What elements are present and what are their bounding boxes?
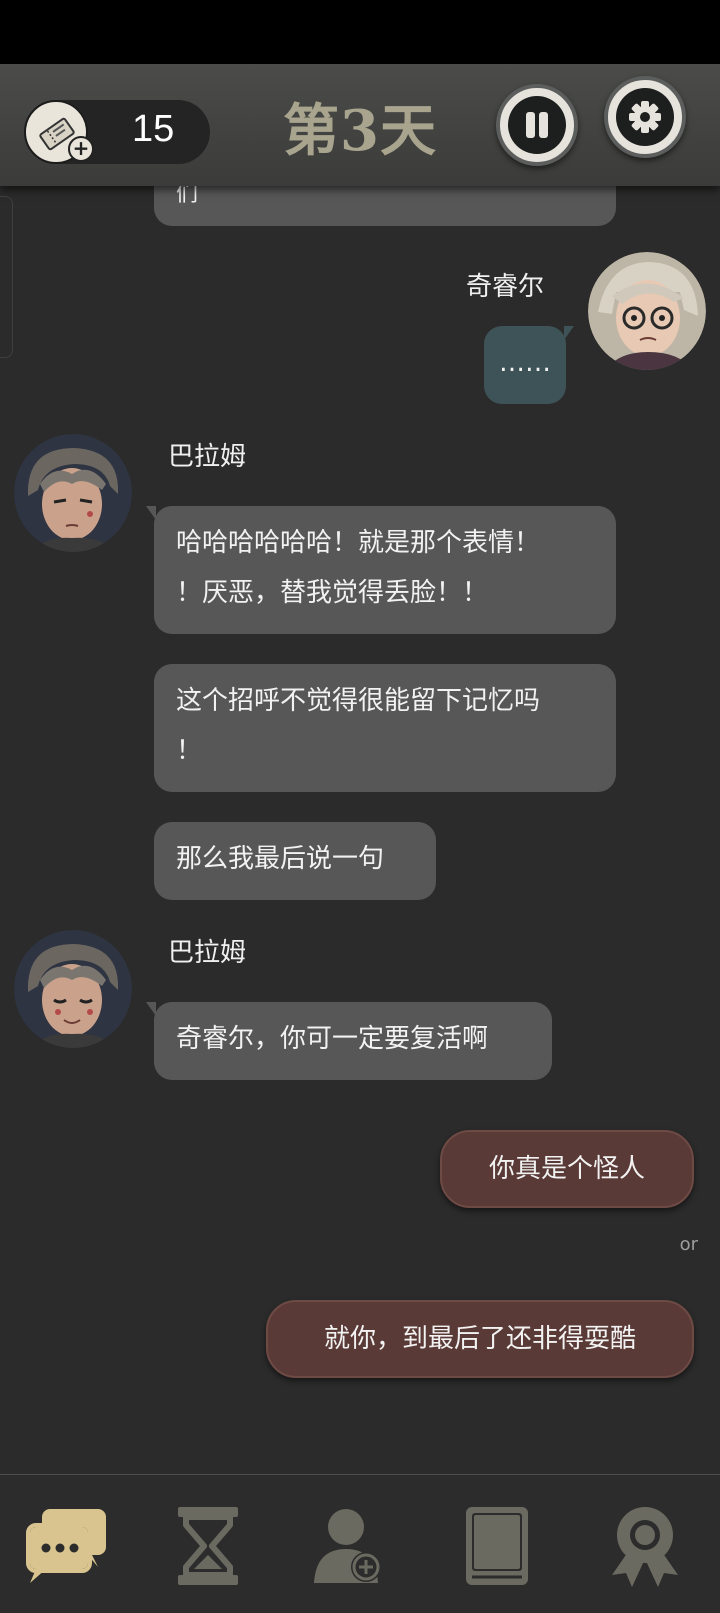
pause-icon	[508, 96, 566, 154]
reply-option-1[interactable]: 你真是个怪人	[440, 1130, 694, 1208]
choice-separator: or	[679, 1234, 698, 1255]
message-text-line: ！	[176, 736, 203, 766]
badge-icon	[612, 1507, 678, 1587]
sender-name: 巴拉姆	[168, 442, 247, 472]
sender-name: 巴拉姆	[168, 938, 247, 968]
nav-achievements[interactable]	[600, 1503, 690, 1589]
top-bar: + 15 第3天	[0, 64, 720, 186]
status-bar	[0, 0, 720, 64]
message-text-line: ！厌恶，替我觉得丢脸！！	[176, 578, 489, 608]
nav-contacts[interactable]	[306, 1503, 396, 1589]
balam-avatar[interactable]	[14, 930, 132, 1048]
nav-chat[interactable]	[22, 1503, 112, 1589]
message-bubble: 这个招呼不觉得很能留下记忆吗 ！	[154, 664, 616, 792]
bottom-nav	[0, 1474, 720, 1613]
add-contact-icon	[314, 1509, 381, 1583]
message-text: ……	[499, 348, 551, 378]
chat-area[interactable]: 们 奇睿尔 …… 巴拉姆 哈哈哈哈哈哈！就是那个表情！ ！厌恶，替我觉得丢脸！！…	[0, 166, 720, 1474]
book-icon	[466, 1507, 528, 1585]
pause-button[interactable]	[496, 84, 578, 166]
message-text-line: 哈哈哈哈哈哈！就是那个表情！	[176, 528, 541, 558]
settings-button[interactable]	[604, 76, 686, 158]
gear-icon	[616, 88, 674, 146]
nav-timeline[interactable]	[164, 1503, 254, 1589]
nav-journal[interactable]	[452, 1503, 542, 1589]
message-bubble: 哈哈哈哈哈哈！就是那个表情！ ！厌恶，替我觉得丢脸！！	[146, 506, 616, 634]
self-message-bubble: ……	[484, 326, 574, 404]
message-text: 们	[176, 182, 199, 207]
reply-option-2[interactable]: 就你，到最后了还非得耍酷	[266, 1300, 694, 1378]
message-bubble: 奇睿尔，你可一定要复活啊	[146, 1002, 552, 1080]
self-avatar[interactable]	[588, 252, 706, 370]
message-text: 奇睿尔，你可一定要复活啊	[176, 1024, 489, 1054]
hourglass-icon	[178, 1507, 238, 1585]
chat-icon	[26, 1509, 106, 1583]
message-bubble: 那么我最后说一句	[154, 822, 436, 900]
message-text-line: 这个招呼不觉得很能留下记忆吗	[176, 686, 541, 716]
message-text: 那么我最后说一句	[176, 844, 385, 874]
self-name: 奇睿尔	[466, 272, 545, 302]
balam-avatar[interactable]	[14, 434, 132, 552]
